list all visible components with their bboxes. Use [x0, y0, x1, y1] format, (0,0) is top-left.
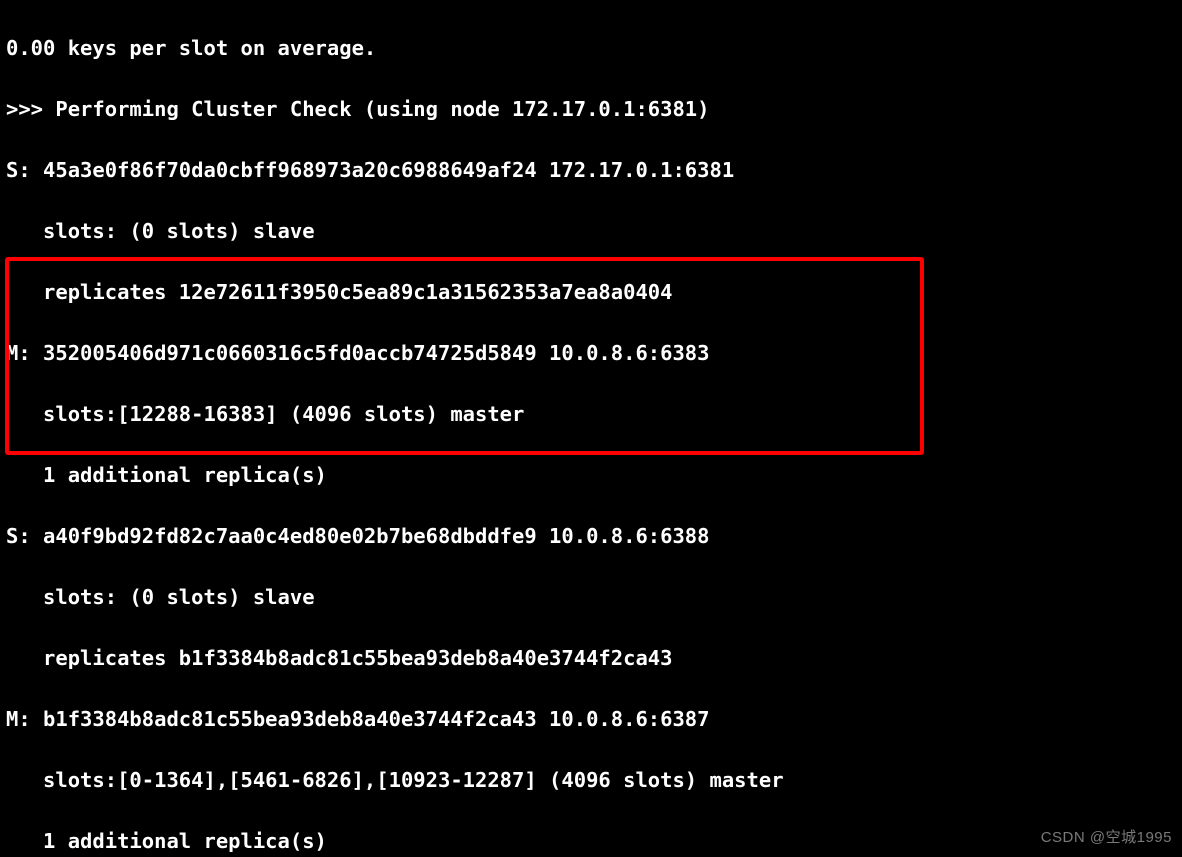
terminal-line: slots: (0 slots) slave: [6, 582, 1176, 613]
terminal-output: 0.00 keys per slot on average. >>> Perfo…: [0, 0, 1182, 857]
terminal-line: S: 45a3e0f86f70da0cbff968973a20c6988649a…: [6, 155, 1176, 186]
terminal-line: slots: (0 slots) slave: [6, 216, 1176, 247]
terminal-line-heading: >>> Performing Cluster Check (using node…: [6, 94, 1176, 125]
terminal-line: 0.00 keys per slot on average.: [6, 33, 1176, 64]
terminal-line: 1 additional replica(s): [6, 460, 1176, 491]
terminal-line: slots:[12288-16383] (4096 slots) master: [6, 399, 1176, 430]
terminal-line: S: a40f9bd92fd82c7aa0c4ed80e02b7be68dbdd…: [6, 521, 1176, 552]
watermark-text: CSDN @空城1995: [1041, 823, 1172, 854]
terminal-line: M: b1f3384b8adc81c55bea93deb8a40e3744f2c…: [6, 704, 1176, 735]
terminal-line: 1 additional replica(s): [6, 826, 1176, 857]
terminal-line: replicates b1f3384b8adc81c55bea93deb8a40…: [6, 643, 1176, 674]
terminal-line: M: 352005406d971c0660316c5fd0accb74725d5…: [6, 338, 1176, 369]
terminal-line: slots:[0-1364],[5461-6826],[10923-12287]…: [6, 765, 1176, 796]
terminal-line: replicates 12e72611f3950c5ea89c1a3156235…: [6, 277, 1176, 308]
